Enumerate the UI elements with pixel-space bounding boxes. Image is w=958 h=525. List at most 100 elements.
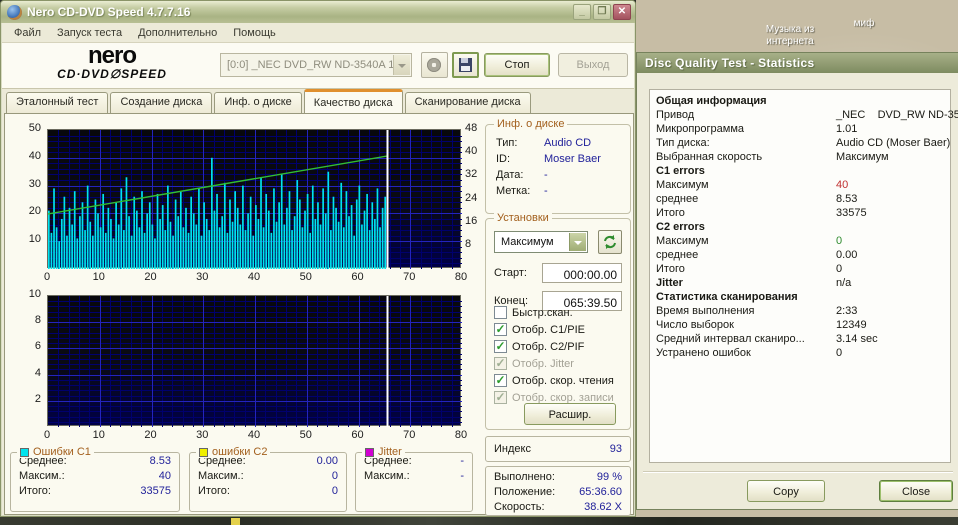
legend-stat-row: Максим.: 40	[19, 468, 171, 483]
stats-row: Микропрограмма1.01	[650, 123, 950, 137]
axis-tick-label: 40	[465, 145, 487, 158]
menu-item-extra[interactable]: Дополнительно	[130, 25, 225, 41]
checkbox-quick-scan[interactable]: Быстр.скан.	[494, 304, 628, 321]
axis-tick-label: 40	[242, 271, 266, 284]
drive-select[interactable]: [0:0] _NEC DVD_RW ND-3540A 1.01	[220, 53, 412, 77]
axis-tick-label: 60	[346, 429, 370, 442]
stats-label: Итого	[656, 263, 836, 277]
tab-disc-info[interactable]: Инф. о диске	[214, 92, 301, 113]
stats-label: Максимум	[656, 235, 836, 249]
legend-stat-label: Максим.:	[364, 470, 410, 482]
status-label: Скорость:	[494, 501, 545, 513]
legend-stat-value: 40	[159, 470, 171, 482]
maximize-button[interactable]: ❒	[593, 4, 611, 20]
stats-row: Привод_NEC DVD_RW ND-3540A	[650, 109, 950, 123]
stats-row: Итого0	[650, 263, 950, 277]
stats-row: Средний интервал сканиро...3.14 sec	[650, 333, 950, 347]
stats-value: n/a	[836, 277, 851, 291]
stats-label: Jitter	[656, 277, 836, 291]
display-options: Быстр.скан.✓Отобр. C1/PIE✓Отобр. C2/PIF✓…	[494, 304, 628, 406]
tab-benchmark[interactable]: Эталонный тест	[6, 92, 108, 113]
disc-info-row: ID:Moser Baer	[496, 153, 630, 169]
checkbox-label: Отобр. скор. записи	[512, 392, 614, 404]
axis-tick-label: 10	[87, 429, 111, 442]
c1-error-chart	[47, 129, 461, 268]
stats-value: 12349	[836, 319, 867, 333]
screen: Музыка из интернета миф Nero CD-DVD Spee…	[0, 0, 958, 525]
checkbox-label: Быстр.скан.	[512, 307, 573, 319]
speed-select[interactable]: Максимум	[494, 231, 588, 253]
tab-create-disc[interactable]: Создание диска	[110, 92, 212, 113]
disc-info-row: Тип:Audio CD	[496, 137, 630, 153]
stats-value: 0	[836, 235, 842, 249]
legend-box-c1: Ошибки C1Среднее:8.53Максим.:40Итого:335…	[10, 452, 180, 512]
menu-item-help[interactable]: Помощь	[225, 25, 284, 41]
chevron-down-icon[interactable]	[569, 233, 586, 251]
checkbox-show-c1[interactable]: ✓ Отобр. C1/PIE	[494, 321, 628, 338]
stats-value: _NEC DVD_RW ND-3540A	[836, 109, 958, 123]
stats-row: среднее8.53	[650, 193, 950, 207]
menu-item-run-test[interactable]: Запуск теста	[49, 25, 130, 41]
progress-box: Выполнено:99 %Положение:65:36.60Скорость…	[485, 466, 631, 516]
title-bar[interactable]: Nero CD-DVD Speed 4.7.7.16 _ ❒ ✕	[1, 1, 635, 23]
checkbox-box: ✓	[494, 391, 507, 404]
statistics-window: Disc Quality Test - Statistics Общая инф…	[636, 52, 958, 510]
start-label: Старт:	[494, 267, 527, 279]
legend-title: Ошибки C1	[33, 446, 91, 458]
minimize-button[interactable]: _	[573, 4, 591, 20]
tab-scan-disc[interactable]: Сканирование диска	[405, 92, 531, 113]
statistics-title-bar[interactable]: Disc Quality Test - Statistics	[637, 53, 958, 73]
axis-tick-label: 50	[294, 429, 318, 442]
menu-item-file[interactable]: Файл	[6, 25, 49, 41]
desktop-mif-label[interactable]: миф	[842, 18, 886, 30]
checkbox-box: ✓	[494, 323, 507, 336]
legend-stat-value: 33575	[140, 485, 171, 497]
legend-caption: Jitter	[362, 446, 405, 458]
status-value: 99 %	[597, 471, 622, 483]
stats-value: 0	[836, 347, 842, 361]
desktop-folder-label[interactable]: Музыка из интернета	[742, 24, 838, 48]
tab-disc-quality[interactable]: Качество диска	[304, 89, 403, 113]
checkbox-box: ✓	[494, 340, 507, 353]
legend-stat-value: 0.00	[317, 455, 338, 467]
stop-button[interactable]: Стоп	[484, 53, 550, 77]
copy-button[interactable]: Copy	[747, 480, 825, 502]
stats-value: 1.01	[836, 123, 857, 137]
disc-info-row: Дата:-	[496, 169, 630, 185]
chevron-down-icon[interactable]	[393, 55, 410, 75]
checkbox-show-jitter[interactable]: ✓Отобр. Jitter	[494, 355, 628, 372]
axis-tick-label: 30	[13, 178, 41, 191]
stats-label: Максимум	[656, 179, 836, 193]
checkbox-label: Отобр. C2/PIF	[512, 341, 584, 353]
close-statistics-button[interactable]: Close	[879, 480, 953, 502]
checkbox-show-c2[interactable]: ✓ Отобр. C2/PIF	[494, 338, 628, 355]
stats-value: 0.00	[836, 249, 857, 263]
legend-color-swatch	[365, 448, 374, 457]
legend-box-jitter: JitterСреднее:-Максим.:-	[355, 452, 473, 512]
advanced-button[interactable]: Расшир.	[524, 403, 616, 425]
refresh-button[interactable]	[598, 230, 622, 254]
stats-value: 40	[836, 179, 848, 193]
legend-stat-label: Максим.:	[19, 470, 65, 482]
stats-label: Привод	[656, 109, 836, 123]
axis-tick-label: 80	[449, 271, 473, 284]
disc-info-label: ID:	[496, 153, 544, 169]
axis-tick-label: 48	[465, 122, 487, 135]
close-button[interactable]: ✕	[613, 4, 631, 20]
tab-page: Ошибки C1Среднее:8.53Максим.:40Итого:335…	[4, 113, 634, 515]
stats-value: Максимум	[836, 151, 889, 165]
stats-label: Время выполнения	[656, 305, 836, 319]
stats-label: Общая информация	[656, 95, 836, 109]
start-input[interactable]	[542, 263, 622, 283]
stats-value: 33575	[836, 207, 867, 221]
eject-disc-button[interactable]	[421, 52, 448, 78]
legend-stat-value: 8.53	[150, 455, 171, 467]
checkbox-label: Отобр. C1/PIE	[512, 324, 585, 336]
axis-tick-label: 70	[397, 271, 421, 284]
stats-label: Выбранная скорость	[656, 151, 836, 165]
checkbox-show-read-speed[interactable]: ✓Отобр. скор. чтения	[494, 372, 628, 389]
save-button[interactable]	[452, 52, 479, 78]
stats-label: C1 errors	[656, 165, 836, 179]
axis-tick-label: 10	[13, 288, 41, 301]
exit-button[interactable]: Выход	[558, 53, 628, 77]
